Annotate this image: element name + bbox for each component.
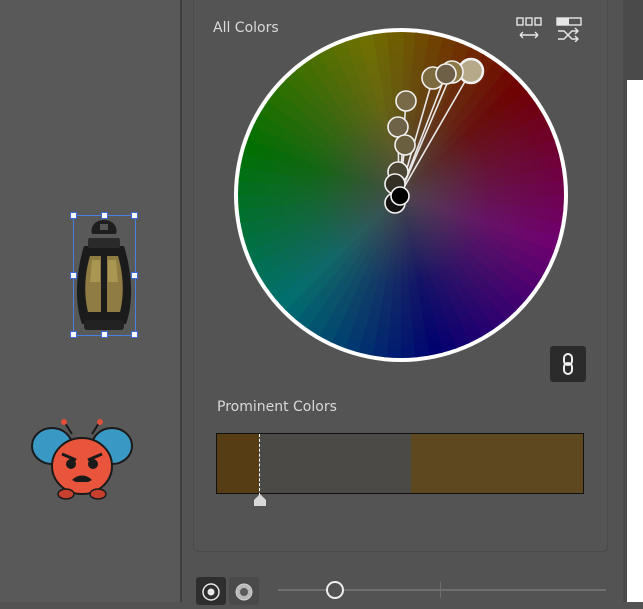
prominent-color-segment[interactable] [217, 434, 260, 493]
prominent-colors-label: Prominent Colors [217, 399, 337, 415]
brightness-slider-thumb[interactable] [325, 581, 344, 599]
link-icon [563, 353, 573, 375]
brightness-slider-tick [440, 582, 441, 598]
prominent-divider-line [259, 434, 260, 496]
color-handle[interactable] [395, 90, 417, 112]
prominent-colors-bar[interactable] [216, 433, 584, 494]
smooth-wheel-icon [202, 583, 220, 601]
smooth-wheel-mode-button[interactable] [196, 577, 226, 605]
color-handle[interactable] [435, 63, 457, 85]
segmented-wheel-icon [235, 583, 253, 601]
prominent-divider-handle[interactable] [253, 493, 267, 507]
prominent-color-segment[interactable] [259, 434, 412, 493]
link-harmony-colors-button[interactable] [550, 346, 586, 382]
prominent-color-segment[interactable] [411, 434, 583, 493]
color-handle[interactable] [387, 116, 409, 138]
segmented-wheel-mode-button[interactable] [229, 577, 259, 605]
color-handle[interactable] [394, 134, 416, 156]
color-handle[interactable] [390, 186, 410, 206]
color-wheel[interactable] [0, 0, 643, 602]
